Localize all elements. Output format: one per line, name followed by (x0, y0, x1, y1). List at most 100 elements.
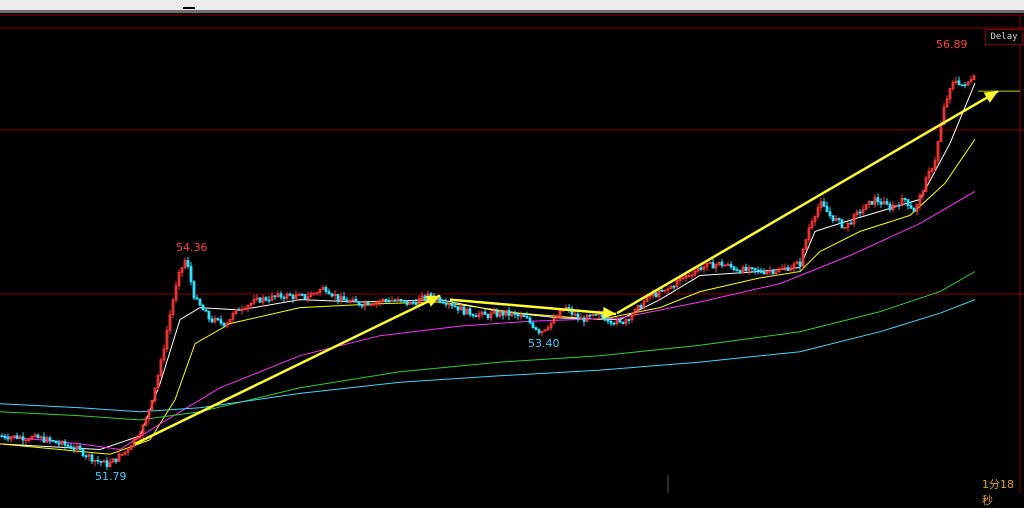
candle-body (786, 267, 790, 271)
time-remaining-label: 1分18秒 (982, 478, 1014, 507)
candle-body (105, 460, 109, 468)
candle-body (828, 211, 832, 216)
candle-body (528, 317, 532, 324)
candle-body (204, 309, 208, 312)
candle-body (450, 303, 454, 307)
candle-body (576, 313, 580, 320)
candle-body (399, 298, 403, 301)
candle-body (0, 435, 4, 438)
candle-body (219, 319, 223, 324)
candle-body (273, 295, 277, 298)
candle-body (468, 308, 472, 315)
candle-body (216, 317, 220, 321)
candle-body (963, 84, 967, 87)
candle-body (588, 314, 592, 317)
candle-body (627, 319, 631, 321)
candle-body (69, 445, 73, 449)
candle-body (63, 440, 67, 446)
candle-body (15, 435, 19, 440)
candle-body (474, 315, 478, 318)
candle-body (744, 266, 748, 271)
candle-body (885, 201, 889, 205)
candle-body (501, 311, 505, 316)
candle-body (78, 445, 82, 450)
candle-body (516, 313, 520, 317)
candle-body (96, 459, 100, 462)
candle-body (264, 297, 268, 301)
candle-body (486, 314, 490, 319)
candle-body (354, 298, 358, 302)
candle-body (906, 199, 910, 206)
candle-body (729, 263, 733, 268)
candle-body (537, 329, 541, 334)
candle-body (456, 306, 460, 311)
candle-body (189, 265, 193, 283)
candle-body (594, 313, 598, 316)
moving-average-lines (0, 82, 976, 455)
candle-body (51, 439, 55, 442)
candle-body (84, 455, 88, 458)
candle-body (288, 293, 292, 296)
candle-body (360, 304, 364, 307)
candle-body (327, 291, 331, 295)
candle-body (282, 296, 286, 299)
candlestick-chart (0, 14, 1024, 493)
candle-body (366, 302, 370, 306)
candle-body (798, 261, 802, 267)
candle-body (525, 316, 529, 319)
candle-body (453, 305, 457, 308)
candle-body (483, 311, 487, 315)
candle-body (21, 436, 25, 441)
candle-body (66, 444, 70, 447)
ma-line-white (0, 82, 976, 451)
candle-body (414, 301, 418, 305)
candle-body (384, 298, 388, 301)
candle-body (81, 448, 85, 457)
candle-body (345, 299, 349, 303)
candle-body (879, 201, 883, 205)
candle-body (522, 315, 526, 318)
candle-body (198, 298, 202, 306)
candle-body (438, 297, 442, 303)
high-price-label: 54.36 (176, 241, 208, 255)
candle-body (732, 266, 736, 271)
candle-body (186, 260, 190, 267)
candle-body (279, 293, 283, 298)
candle-body (237, 308, 241, 311)
ma-line-magenta (0, 190, 976, 451)
candle-body (639, 304, 643, 309)
candle-body (840, 219, 844, 229)
candle-body (90, 454, 94, 462)
candle-body (201, 304, 205, 311)
candle-body (387, 299, 391, 302)
candle-body (618, 319, 622, 323)
candle-body (831, 215, 835, 221)
candle-body (402, 299, 406, 302)
candle-body (423, 295, 427, 300)
candle-body (291, 294, 295, 299)
candle-body (342, 296, 346, 301)
candle-body (405, 300, 409, 305)
window-control-icon[interactable] (183, 0, 195, 9)
candle-body (534, 327, 538, 331)
candle-body (72, 448, 76, 450)
candle-body (495, 311, 499, 317)
candle-body (957, 80, 961, 86)
candle-body (753, 267, 757, 271)
trend-arrows (134, 90, 999, 446)
candle-body (756, 269, 760, 272)
candle-body (57, 442, 61, 445)
candle-body (357, 301, 361, 306)
candle-body (582, 317, 586, 322)
candle-body (759, 269, 763, 273)
candle-body (330, 293, 334, 297)
delay-badge: Delay (985, 29, 1023, 45)
candle-body (711, 262, 715, 269)
candle-body (114, 458, 118, 462)
candle-body (6, 437, 10, 440)
candle-body (897, 204, 901, 207)
candle-body (612, 322, 616, 325)
candle-body (606, 319, 610, 322)
candle-body (858, 211, 862, 214)
candle-body (738, 270, 742, 274)
